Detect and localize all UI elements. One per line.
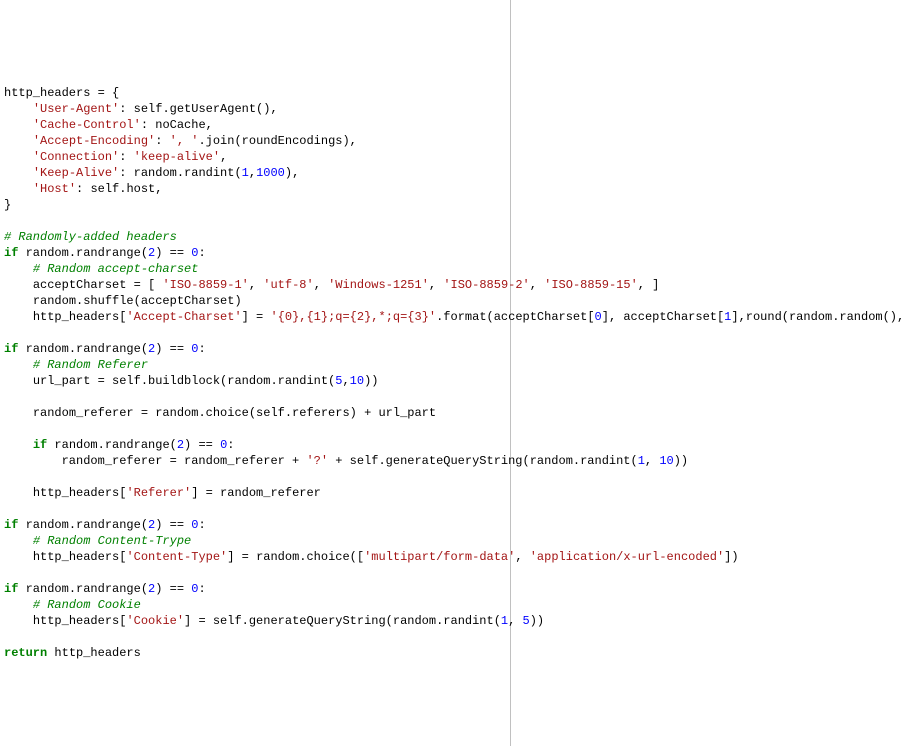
number-literal: 10 — [350, 374, 364, 388]
dict-key: 'Keep-Alive' — [33, 166, 119, 180]
code-text: random.shuffle(acceptCharset) — [33, 294, 242, 308]
code-text: self.host, — [90, 182, 162, 196]
code-text: random.randrange( — [47, 438, 177, 452]
code-text: )) — [364, 374, 378, 388]
code-text: , — [508, 614, 522, 628]
code-text: , — [249, 166, 256, 180]
code-text: http_headers[ — [33, 310, 127, 324]
code-text: } — [4, 198, 11, 212]
code-text: random.randrange( — [18, 342, 148, 356]
code-text: ] = self.generateQueryString(random.rand… — [184, 614, 501, 628]
comment: # Random Referer — [33, 358, 148, 372]
code-text: .format(acceptCharset[ — [436, 310, 594, 324]
number-literal: 1 — [638, 454, 645, 468]
string-literal: ', ' — [170, 134, 199, 148]
code-text: ] = random_referer — [191, 486, 321, 500]
dict-key: 'Connection' — [33, 150, 119, 164]
code-text: : — [198, 246, 205, 260]
code-text: )) — [530, 614, 544, 628]
code-text: : — [198, 342, 205, 356]
string-literal: 'Content-Type' — [126, 550, 227, 564]
number-literal: 10 — [659, 454, 673, 468]
code-text: random.randint( — [134, 166, 242, 180]
code-text: http_headers[ — [33, 550, 127, 564]
code-text: random.randrange( — [18, 518, 148, 532]
number-literal: 0 — [595, 310, 602, 324]
code-text: http_headers[ — [33, 486, 127, 500]
code-text: random.randrange( — [18, 246, 148, 260]
code-text: random_referer = random_referer + — [62, 454, 307, 468]
code-text: ), — [285, 166, 299, 180]
code-text: + self.generateQueryString(random.randin… — [328, 454, 638, 468]
number-literal: 1 — [501, 614, 508, 628]
code-text: , — [645, 454, 659, 468]
code-text: ] = — [242, 310, 271, 324]
dict-key: 'User-Agent' — [33, 102, 119, 116]
string-literal: 'ISO-8859-15' — [544, 278, 638, 292]
string-literal: 'utf-8' — [263, 278, 313, 292]
code-text: ],round(random.random(), — [731, 310, 902, 324]
comment: # Random Content-Trype — [33, 534, 191, 548]
string-literal: 'application/x-url-encoded' — [530, 550, 724, 564]
code-text: )) — [674, 454, 688, 468]
code-text: http_headers[ — [33, 614, 127, 628]
comment: # Random accept-charset — [33, 262, 199, 276]
code-text: : — [227, 438, 234, 452]
number-literal: 1 — [242, 166, 249, 180]
string-literal: 'multipart/form-data' — [364, 550, 515, 564]
string-literal: '{0},{1};q={2},*;q={3}' — [270, 310, 436, 324]
string-literal: 'ISO-8859-1' — [162, 278, 248, 292]
keyword: if — [4, 342, 18, 356]
keyword: if — [33, 438, 47, 452]
dict-key: 'Cache-Control' — [33, 118, 141, 132]
dict-key: 'Accept-Encoding' — [33, 134, 155, 148]
string-literal: 'keep-alive' — [134, 150, 220, 164]
number-literal: 2 — [177, 438, 184, 452]
code-text: random_referer = random.choice(self.refe… — [33, 406, 436, 420]
code-text: random.randrange( — [18, 582, 148, 596]
code-block: http_headers = { 'User-Agent': self.getU… — [4, 85, 898, 661]
keyword: return — [4, 646, 47, 660]
string-literal: 'Windows-1251' — [328, 278, 429, 292]
code-text: , — [515, 550, 529, 564]
code-text: acceptCharset = [ — [33, 278, 163, 292]
code-line: http_headers = { — [4, 86, 119, 100]
string-literal: 'Accept-Charset' — [126, 310, 241, 324]
keyword: if — [4, 246, 18, 260]
number-literal: 0 — [191, 582, 198, 596]
code-text: http_headers — [47, 646, 141, 660]
code-text: ) == — [155, 582, 191, 596]
keyword: if — [4, 582, 18, 596]
number-literal: 2 — [148, 582, 155, 596]
code-text: : — [198, 518, 205, 532]
string-literal: 'ISO-8859-2' — [443, 278, 529, 292]
string-literal: 'Cookie' — [126, 614, 184, 628]
keyword: if — [4, 518, 18, 532]
code-text: ) == — [155, 518, 191, 532]
code-text: ] = random.choice([ — [227, 550, 364, 564]
code-text: ) == — [155, 342, 191, 356]
code-text: ) == — [184, 438, 220, 452]
code-text: , — [342, 374, 349, 388]
code-text: ], acceptCharset[ — [602, 310, 724, 324]
code-text: ]) — [724, 550, 738, 564]
code-text: self.getUserAgent(), — [134, 102, 278, 116]
comment: # Randomly-added headers — [4, 230, 177, 244]
code-text: noCache, — [155, 118, 213, 132]
string-literal: '?' — [306, 454, 328, 468]
code-text: : — [198, 582, 205, 596]
comment: # Random Cookie — [33, 598, 141, 612]
code-text: .join(roundEncodings), — [198, 134, 356, 148]
code-text: ) == — [155, 246, 191, 260]
code-text: , ] — [638, 278, 660, 292]
number-literal: 5 — [523, 614, 530, 628]
dict-key: 'Host' — [33, 182, 76, 196]
code-text: url_part = self.buildblock(random.randin… — [33, 374, 335, 388]
string-literal: 'Referer' — [126, 486, 191, 500]
number-literal: 1000 — [256, 166, 285, 180]
